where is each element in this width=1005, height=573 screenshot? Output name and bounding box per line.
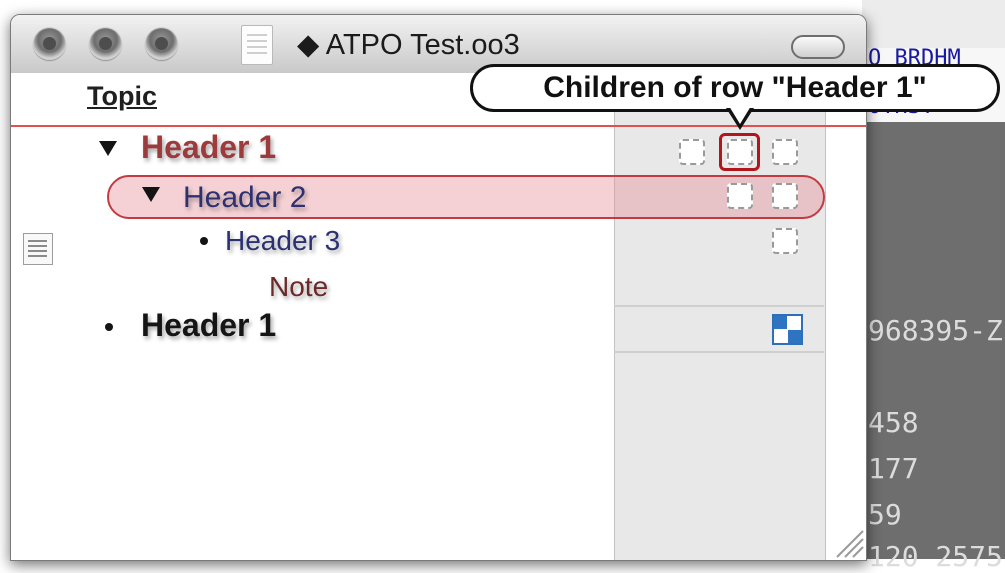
outline-row-header-2[interactable]: Header 2	[183, 181, 306, 215]
disclosure-triangle-icon[interactable]	[99, 141, 117, 156]
background-text-line: 177	[868, 452, 919, 485]
row-note[interactable]: Note	[269, 271, 328, 303]
resize-grip-icon[interactable]	[829, 521, 865, 559]
row-separator	[614, 351, 824, 353]
background-text-line: 968395-Z	[868, 314, 1003, 347]
outline-row-header-3[interactable]: Header 3	[225, 225, 340, 257]
bullet-icon	[105, 323, 113, 331]
background-text-line: 458	[868, 406, 919, 439]
highlighted-children-checkbox	[719, 133, 760, 171]
checkbox[interactable]	[772, 183, 798, 209]
window-title: ◆ ATPO Test.oo3	[297, 27, 520, 62]
window-title-text: ATPO Test.oo3	[325, 29, 520, 61]
zoom-button[interactable]	[145, 27, 178, 60]
close-button[interactable]	[33, 27, 66, 60]
background-text-line: 120 2575	[868, 540, 1003, 573]
checkbox[interactable]	[727, 183, 753, 209]
outline-row-header-1[interactable]: Header 1	[141, 307, 276, 344]
bullet-icon	[200, 237, 208, 245]
outline-row-header-1[interactable]: Header 1	[141, 129, 276, 166]
row-separator	[614, 305, 824, 307]
document-icon[interactable]	[241, 25, 273, 65]
disclosure-triangle-icon[interactable]	[142, 187, 160, 202]
checkbox[interactable]	[772, 228, 798, 254]
mixed-state-checkbox[interactable]	[772, 314, 803, 345]
toolbar-toggle-button[interactable]	[791, 35, 845, 59]
checkbox[interactable]	[679, 139, 705, 165]
minimize-button[interactable]	[89, 27, 122, 60]
document-marker-icon: ◆	[297, 29, 320, 61]
tooltip-pointer-fill	[729, 106, 751, 124]
children-tooltip: Children of row "Header 1"	[470, 64, 1000, 112]
topic-column-header[interactable]: Topic	[87, 81, 157, 112]
checkbox[interactable]	[772, 139, 798, 165]
background-text-line: 59	[868, 498, 902, 531]
note-icon[interactable]	[23, 233, 53, 265]
